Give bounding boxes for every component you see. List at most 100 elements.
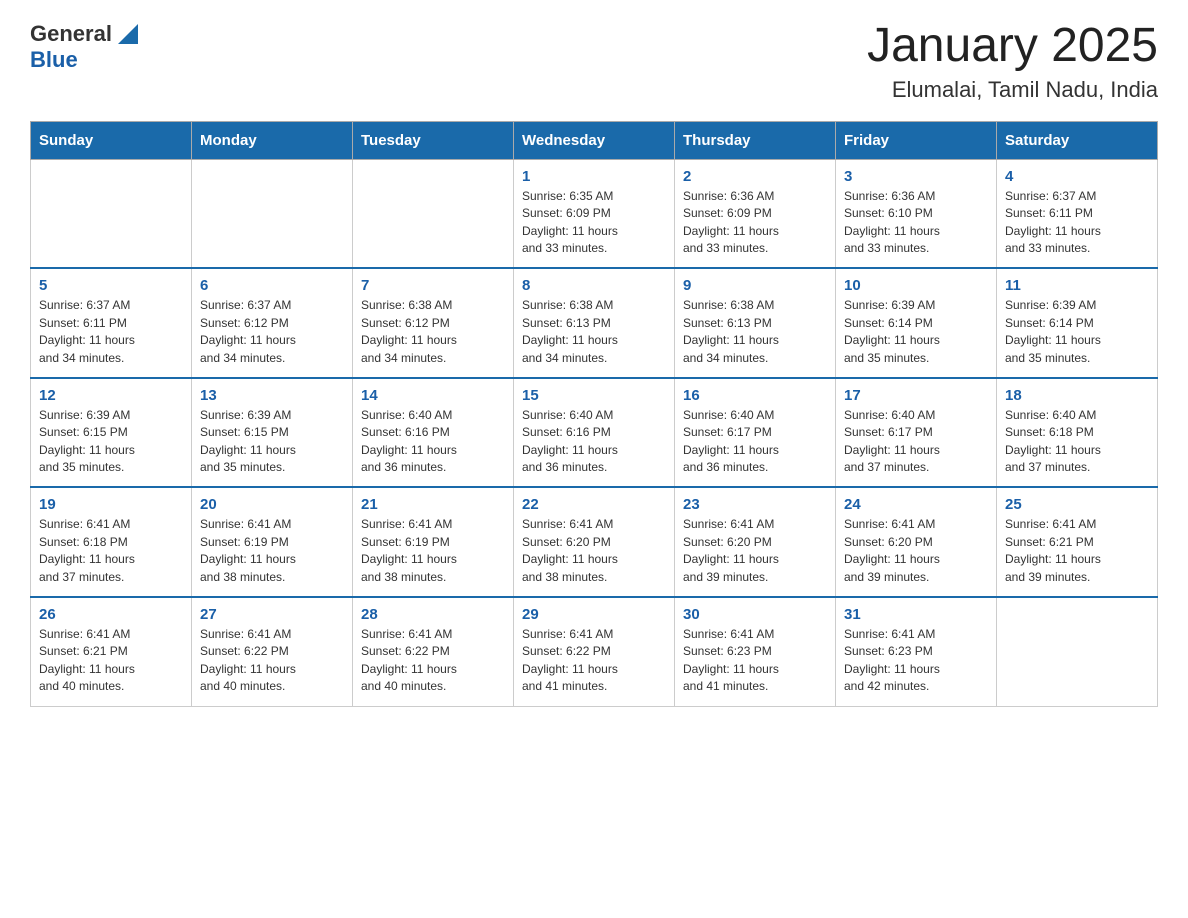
day-info: Sunrise: 6:41 AMSunset: 6:23 PMDaylight:… (844, 626, 988, 696)
day-info: Sunrise: 6:41 AMSunset: 6:22 PMDaylight:… (361, 626, 505, 696)
table-row (31, 159, 192, 268)
logo-triangle-icon (114, 20, 142, 48)
day-info: Sunrise: 6:40 AMSunset: 6:16 PMDaylight:… (361, 407, 505, 477)
table-row: 16 Sunrise: 6:40 AMSunset: 6:17 PMDayligh… (675, 378, 836, 488)
table-row: 19Sunrise: 6:41 AMSunset: 6:18 PMDayligh… (31, 487, 192, 597)
col-thursday: Thursday (675, 121, 836, 159)
table-row: 8 Sunrise: 6:38 AMSunset: 6:13 PMDaylight… (514, 268, 675, 378)
table-row: 17Sunrise: 6:40 AMSunset: 6:17 PMDayligh… (836, 378, 997, 488)
table-row (997, 597, 1158, 706)
day-info: Sunrise: 6:39 AMSunset: 6:14 PMDaylight:… (1005, 297, 1149, 367)
calendar-week-row: 26 Sunrise: 6:41 AMSunset: 6:21 PMDayligh… (31, 597, 1158, 706)
table-row: 23 Sunrise: 6:41 AMSunset: 6:20 PMDayligh… (675, 487, 836, 597)
day-number: 13 (200, 387, 344, 404)
day-number: 23 (683, 496, 827, 513)
day-number: 30 (683, 606, 827, 623)
day-info: Sunrise: 6:37 AMSunset: 6:11 PMDaylight:… (1005, 188, 1149, 258)
table-row: 3 Sunrise: 6:36 AMSunset: 6:10 PMDaylight… (836, 159, 997, 268)
day-info: Sunrise: 6:37 AMSunset: 6:11 PMDaylight:… (39, 297, 183, 367)
day-number: 1 (522, 168, 666, 185)
day-number: 12 (39, 387, 183, 404)
table-row: 12 Sunrise: 6:39 AMSunset: 6:15 PMDayligh… (31, 378, 192, 488)
day-number: 10 (844, 277, 988, 294)
table-row: 28 Sunrise: 6:41 AMSunset: 6:22 PMDayligh… (353, 597, 514, 706)
day-number: 26 (39, 606, 183, 623)
table-row: 1Sunrise: 6:35 AMSunset: 6:09 PMDaylight… (514, 159, 675, 268)
day-info: Sunrise: 6:39 AMSunset: 6:14 PMDaylight:… (844, 297, 988, 367)
calendar-header-row: Sunday Monday Tuesday Wednesday Thursday… (31, 121, 1158, 159)
table-row: 24Sunrise: 6:41 AMSunset: 6:20 PMDayligh… (836, 487, 997, 597)
day-number: 29 (522, 606, 666, 623)
day-info: Sunrise: 6:41 AMSunset: 6:20 PMDaylight:… (844, 516, 988, 586)
day-info: Sunrise: 6:36 AMSunset: 6:10 PMDaylight:… (844, 188, 988, 258)
calendar-week-row: 1Sunrise: 6:35 AMSunset: 6:09 PMDaylight… (31, 159, 1158, 268)
day-number: 7 (361, 277, 505, 294)
calendar-title: January 2025 (867, 20, 1158, 73)
day-number: 28 (361, 606, 505, 623)
day-info: Sunrise: 6:40 AMSunset: 6:16 PMDaylight:… (522, 407, 666, 477)
calendar-week-row: 5 Sunrise: 6:37 AMSunset: 6:11 PMDaylight… (31, 268, 1158, 378)
table-row: 5 Sunrise: 6:37 AMSunset: 6:11 PMDaylight… (31, 268, 192, 378)
calendar-table: Sunday Monday Tuesday Wednesday Thursday… (30, 121, 1158, 707)
day-info: Sunrise: 6:40 AMSunset: 6:17 PMDaylight:… (683, 407, 827, 477)
table-row: 30 Sunrise: 6:41 AMSunset: 6:23 PMDayligh… (675, 597, 836, 706)
table-row: 29 Sunrise: 6:41 AMSunset: 6:22 PMDayligh… (514, 597, 675, 706)
col-saturday: Saturday (997, 121, 1158, 159)
calendar-week-row: 19Sunrise: 6:41 AMSunset: 6:18 PMDayligh… (31, 487, 1158, 597)
day-info: Sunrise: 6:41 AMSunset: 6:22 PMDaylight:… (200, 626, 344, 696)
table-row: 6Sunrise: 6:37 AMSunset: 6:12 PMDaylight… (192, 268, 353, 378)
day-info: Sunrise: 6:39 AMSunset: 6:15 PMDaylight:… (200, 407, 344, 477)
day-info: Sunrise: 6:41 AMSunset: 6:23 PMDaylight:… (683, 626, 827, 696)
logo-general-text: General (30, 22, 112, 46)
day-info: Sunrise: 6:38 AMSunset: 6:13 PMDaylight:… (522, 297, 666, 367)
day-number: 8 (522, 277, 666, 294)
col-tuesday: Tuesday (353, 121, 514, 159)
day-info: Sunrise: 6:41 AMSunset: 6:20 PMDaylight:… (683, 516, 827, 586)
table-row: 31Sunrise: 6:41 AMSunset: 6:23 PMDayligh… (836, 597, 997, 706)
day-number: 15 (522, 387, 666, 404)
day-number: 14 (361, 387, 505, 404)
day-number: 20 (200, 496, 344, 513)
table-row: 18Sunrise: 6:40 AMSunset: 6:18 PMDayligh… (997, 378, 1158, 488)
day-info: Sunrise: 6:41 AMSunset: 6:22 PMDaylight:… (522, 626, 666, 696)
day-number: 4 (1005, 168, 1149, 185)
day-info: Sunrise: 6:40 AMSunset: 6:18 PMDaylight:… (1005, 407, 1149, 477)
logo-blue-text: Blue (30, 47, 78, 72)
day-number: 22 (522, 496, 666, 513)
day-number: 21 (361, 496, 505, 513)
day-number: 9 (683, 277, 827, 294)
day-number: 2 (683, 168, 827, 185)
day-info: Sunrise: 6:39 AMSunset: 6:15 PMDaylight:… (39, 407, 183, 477)
table-row: 4 Sunrise: 6:37 AMSunset: 6:11 PMDaylight… (997, 159, 1158, 268)
day-info: Sunrise: 6:41 AMSunset: 6:21 PMDaylight:… (1005, 516, 1149, 586)
col-friday: Friday (836, 121, 997, 159)
table-row (353, 159, 514, 268)
table-row: 11Sunrise: 6:39 AMSunset: 6:14 PMDayligh… (997, 268, 1158, 378)
day-number: 17 (844, 387, 988, 404)
table-row: 13 Sunrise: 6:39 AMSunset: 6:15 PMDayligh… (192, 378, 353, 488)
table-row: 26 Sunrise: 6:41 AMSunset: 6:21 PMDayligh… (31, 597, 192, 706)
day-number: 16 (683, 387, 827, 404)
col-sunday: Sunday (31, 121, 192, 159)
title-block: January 2025 Elumalai, Tamil Nadu, India (867, 20, 1158, 103)
table-row: 2Sunrise: 6:36 AMSunset: 6:09 PMDaylight… (675, 159, 836, 268)
table-row: 22 Sunrise: 6:41 AMSunset: 6:20 PMDayligh… (514, 487, 675, 597)
calendar-subtitle: Elumalai, Tamil Nadu, India (867, 77, 1158, 103)
day-number: 19 (39, 496, 183, 513)
day-info: Sunrise: 6:41 AMSunset: 6:20 PMDaylight:… (522, 516, 666, 586)
day-number: 27 (200, 606, 344, 623)
col-monday: Monday (192, 121, 353, 159)
table-row (192, 159, 353, 268)
table-row: 20Sunrise: 6:41 AMSunset: 6:19 PMDayligh… (192, 487, 353, 597)
col-wednesday: Wednesday (514, 121, 675, 159)
day-info: Sunrise: 6:38 AMSunset: 6:12 PMDaylight:… (361, 297, 505, 367)
table-row: 21 Sunrise: 6:41 AMSunset: 6:19 PMDayligh… (353, 487, 514, 597)
day-info: Sunrise: 6:41 AMSunset: 6:19 PMDaylight:… (361, 516, 505, 586)
day-number: 5 (39, 277, 183, 294)
table-row: 27 Sunrise: 6:41 AMSunset: 6:22 PMDayligh… (192, 597, 353, 706)
table-row: 9Sunrise: 6:38 AMSunset: 6:13 PMDaylight… (675, 268, 836, 378)
day-info: Sunrise: 6:41 AMSunset: 6:21 PMDaylight:… (39, 626, 183, 696)
day-number: 3 (844, 168, 988, 185)
table-row: 25 Sunrise: 6:41 AMSunset: 6:21 PMDayligh… (997, 487, 1158, 597)
day-number: 25 (1005, 496, 1149, 513)
